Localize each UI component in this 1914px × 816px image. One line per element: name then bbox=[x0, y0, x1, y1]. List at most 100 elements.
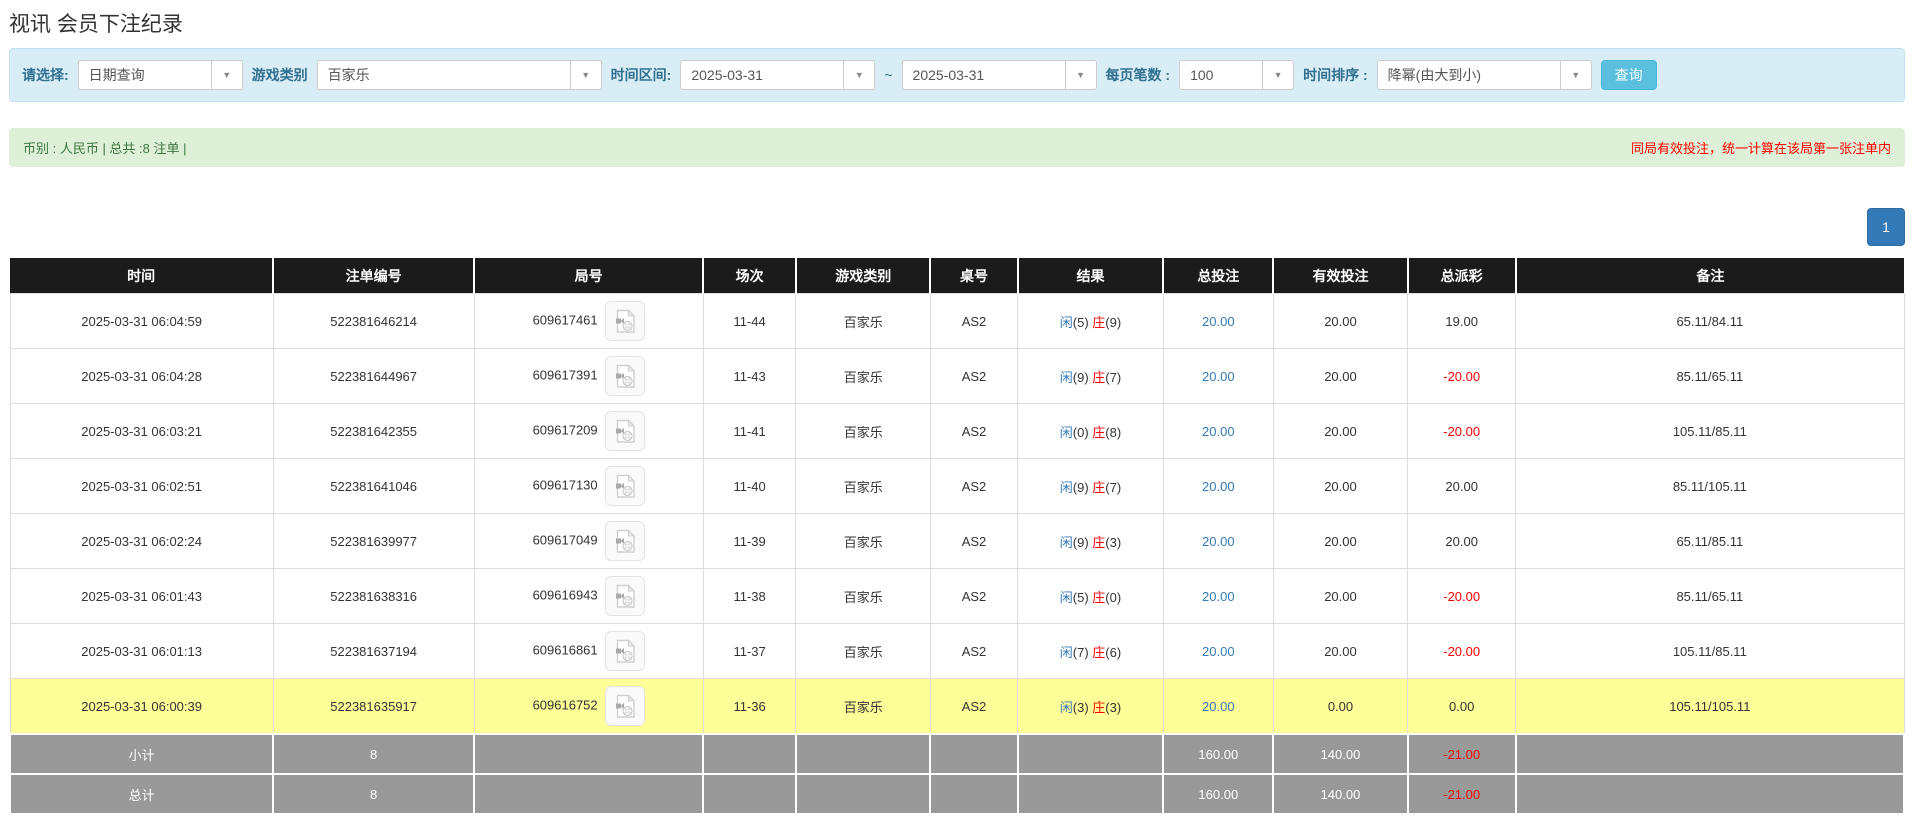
video-replay-button[interactable] bbox=[605, 466, 645, 506]
remark-cell: 65.11/84.11 bbox=[1516, 294, 1904, 349]
total-bet-link[interactable]: 20.00 bbox=[1202, 369, 1235, 384]
table-row: 2025-03-31 06:04:28522381644967 609617391… bbox=[10, 349, 1904, 404]
bet-id-cell: 522381642355 bbox=[273, 404, 474, 459]
summary-valid-bet-cell: 140.00 bbox=[1273, 734, 1407, 774]
result-player-score: (5) bbox=[1073, 590, 1093, 605]
column-header: 总投注 bbox=[1163, 258, 1273, 294]
date-to-select[interactable]: 2025-03-31 ▼ bbox=[902, 60, 1097, 90]
table-no-cell: AS2 bbox=[930, 514, 1017, 569]
video-file-icon bbox=[614, 309, 636, 334]
table-row: 2025-03-31 06:03:21522381642355609617209… bbox=[10, 404, 1904, 459]
summary-empty-cell bbox=[1018, 774, 1164, 814]
total-bet-cell: 20.00 bbox=[1163, 624, 1273, 679]
summary-row: 小计8160.00140.00-21.00 bbox=[10, 734, 1904, 774]
round-id: 609616861 bbox=[533, 642, 598, 657]
time-cell: 2025-03-31 06:01:13 bbox=[10, 624, 273, 679]
result-banker-score: (3) bbox=[1105, 535, 1121, 550]
bet-id-cell: 522381644967 bbox=[273, 349, 474, 404]
result-banker-score: (6) bbox=[1105, 645, 1121, 660]
result-banker-label: 庄 bbox=[1092, 480, 1105, 495]
game-type-cell: 百家乐 bbox=[796, 679, 930, 735]
video-replay-button[interactable] bbox=[605, 631, 645, 671]
total-bet-link[interactable]: 20.00 bbox=[1202, 479, 1235, 494]
game-type-cell: 百家乐 bbox=[796, 349, 930, 404]
chevron-down-icon: ▼ bbox=[1262, 61, 1293, 89]
time-cell: 2025-03-31 06:03:21 bbox=[10, 404, 273, 459]
result-cell: 闲(7) 庄(6) bbox=[1018, 624, 1164, 679]
pagination-page-1-button[interactable]: 1 bbox=[1867, 208, 1905, 246]
valid-bet-cell: 20.00 bbox=[1273, 514, 1407, 569]
time-cell: 2025-03-31 06:04:28 bbox=[10, 349, 273, 404]
query-type-select[interactable]: 日期查询 ▼ bbox=[78, 60, 243, 90]
round-id-cell: 609616943 bbox=[474, 569, 703, 624]
session-cell: 11-40 bbox=[703, 459, 796, 514]
table-no-cell: AS2 bbox=[930, 404, 1017, 459]
video-replay-button[interactable] bbox=[605, 411, 645, 451]
round-id: 609617130 bbox=[533, 477, 598, 492]
result-banker-label: 庄 bbox=[1092, 315, 1105, 330]
result-player-label: 闲 bbox=[1060, 425, 1073, 440]
payout-cell: -20.00 bbox=[1408, 624, 1516, 679]
round-id: 609616943 bbox=[533, 587, 598, 602]
session-cell: 11-36 bbox=[703, 679, 796, 735]
summary-empty-cell bbox=[796, 774, 930, 814]
result-player-score: (7) bbox=[1073, 645, 1093, 660]
time-cell: 2025-03-31 06:01:43 bbox=[10, 569, 273, 624]
result-banker-score: (9) bbox=[1105, 315, 1121, 330]
video-replay-button[interactable] bbox=[605, 356, 645, 396]
table-no-cell: AS2 bbox=[930, 569, 1017, 624]
round-id-cell: 609617049 bbox=[474, 514, 703, 569]
column-header: 游戏类别 bbox=[796, 258, 930, 294]
table-no-cell: AS2 bbox=[930, 349, 1017, 404]
video-replay-button[interactable] bbox=[605, 576, 645, 616]
round-id: 609617391 bbox=[533, 367, 598, 382]
round-id: 609617461 bbox=[533, 312, 598, 327]
result-player-label: 闲 bbox=[1060, 370, 1073, 385]
payout-cell: -20.00 bbox=[1408, 349, 1516, 404]
result-banker-score: (8) bbox=[1105, 425, 1121, 440]
game-type-cell: 百家乐 bbox=[796, 569, 930, 624]
page-size-select[interactable]: 100 ▼ bbox=[1179, 60, 1294, 90]
valid-bet-cell: 20.00 bbox=[1273, 294, 1407, 349]
sort-order-label: 时间排序 : bbox=[1303, 65, 1368, 85]
video-replay-button[interactable] bbox=[605, 686, 645, 726]
video-replay-button[interactable] bbox=[605, 301, 645, 341]
result-player-score: (5) bbox=[1073, 315, 1093, 330]
game-type-select[interactable]: 百家乐 ▼ bbox=[317, 60, 602, 90]
summary-label-cell: 小计 bbox=[10, 734, 273, 774]
total-bet-link[interactable]: 20.00 bbox=[1202, 534, 1235, 549]
result-player-score: (3) bbox=[1073, 700, 1093, 715]
date-from-select[interactable]: 2025-03-31 ▼ bbox=[680, 60, 875, 90]
total-bet-link[interactable]: 20.00 bbox=[1202, 314, 1235, 329]
search-button[interactable]: 查询 bbox=[1601, 60, 1657, 90]
total-bet-link[interactable]: 20.00 bbox=[1202, 589, 1235, 604]
column-header: 有效投注 bbox=[1273, 258, 1407, 294]
result-player-label: 闲 bbox=[1060, 315, 1073, 330]
column-header: 时间 bbox=[10, 258, 273, 294]
summary-payout-cell: -21.00 bbox=[1408, 774, 1516, 814]
video-file-icon bbox=[614, 529, 636, 554]
game-type-cell: 百家乐 bbox=[796, 459, 930, 514]
total-bet-link[interactable]: 20.00 bbox=[1202, 644, 1235, 659]
payout-cell: -20.00 bbox=[1408, 569, 1516, 624]
session-cell: 11-38 bbox=[703, 569, 796, 624]
result-player-label: 闲 bbox=[1060, 700, 1073, 715]
result-cell: 闲(5) 庄(9) bbox=[1018, 294, 1164, 349]
result-cell: 闲(9) 庄(7) bbox=[1018, 349, 1164, 404]
payout-cell: 0.00 bbox=[1408, 679, 1516, 735]
table-row-highlighted: 2025-03-31 06:00:39522381635917609616752… bbox=[10, 679, 1904, 735]
summary-total-bet-cell: 160.00 bbox=[1163, 734, 1273, 774]
total-bet-link[interactable]: 20.00 bbox=[1202, 424, 1235, 439]
video-replay-button[interactable] bbox=[605, 521, 645, 561]
session-cell: 11-39 bbox=[703, 514, 796, 569]
result-banker-label: 庄 bbox=[1092, 645, 1105, 660]
summary-remark-cell bbox=[1516, 734, 1904, 774]
summary-text: 币别 : 人民币 | 总共 :8 注单 | bbox=[23, 138, 187, 157]
sort-order-select[interactable]: 降幂(由大到小) ▼ bbox=[1377, 60, 1592, 90]
remark-cell: 85.11/105.11 bbox=[1516, 459, 1904, 514]
table-no-cell: AS2 bbox=[930, 294, 1017, 349]
valid-bet-cell: 20.00 bbox=[1273, 404, 1407, 459]
summary-empty-cell bbox=[930, 734, 1017, 774]
time-cell: 2025-03-31 06:02:24 bbox=[10, 514, 273, 569]
total-bet-link[interactable]: 20.00 bbox=[1202, 699, 1235, 714]
